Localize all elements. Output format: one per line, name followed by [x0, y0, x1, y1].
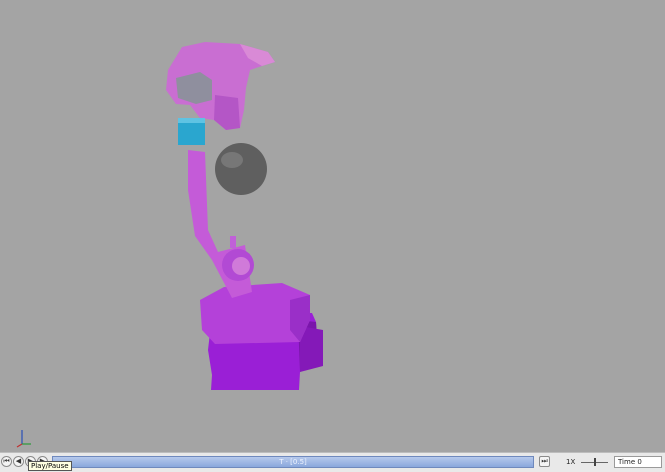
speed-slider[interactable] [581, 458, 608, 466]
robot-shoulder-hub [232, 257, 250, 275]
time-label: Time [618, 458, 636, 466]
speed-label: 1X [566, 458, 576, 466]
step-back-button[interactable]: ◀ [13, 456, 24, 467]
3d-viewport[interactable] [0, 0, 665, 452]
playback-bar: ⏮ ◀ ▶ ▶ T · [0.5] ⏭ 1X Time 0 [0, 452, 665, 472]
robot-scene [166, 42, 323, 390]
skip-back-icon: ⏮ [3, 457, 10, 465]
timeline-label: T · [0.5] [279, 458, 307, 466]
sphere-highlight [221, 152, 243, 168]
robot-gripper-top [178, 118, 205, 123]
robot-shoulder-post [230, 236, 236, 248]
step-back-icon: ◀ [15, 457, 22, 465]
time-field[interactable]: Time 0 [614, 456, 662, 468]
play-pause-tooltip: Play/Pause [28, 461, 72, 471]
speed-slider-thumb[interactable] [594, 458, 596, 466]
robot-wrist-shade [214, 95, 240, 130]
skip-back-button[interactable]: ⏮ [1, 456, 12, 467]
axis-triad-icon [16, 430, 31, 448]
end-button[interactable]: ⏭ [539, 456, 550, 467]
skip-forward-icon: ⏭ [541, 457, 548, 465]
time-value: 0 [637, 458, 642, 466]
timeline-slider[interactable]: T · [0.5] [52, 456, 534, 468]
sphere-object [215, 143, 267, 195]
